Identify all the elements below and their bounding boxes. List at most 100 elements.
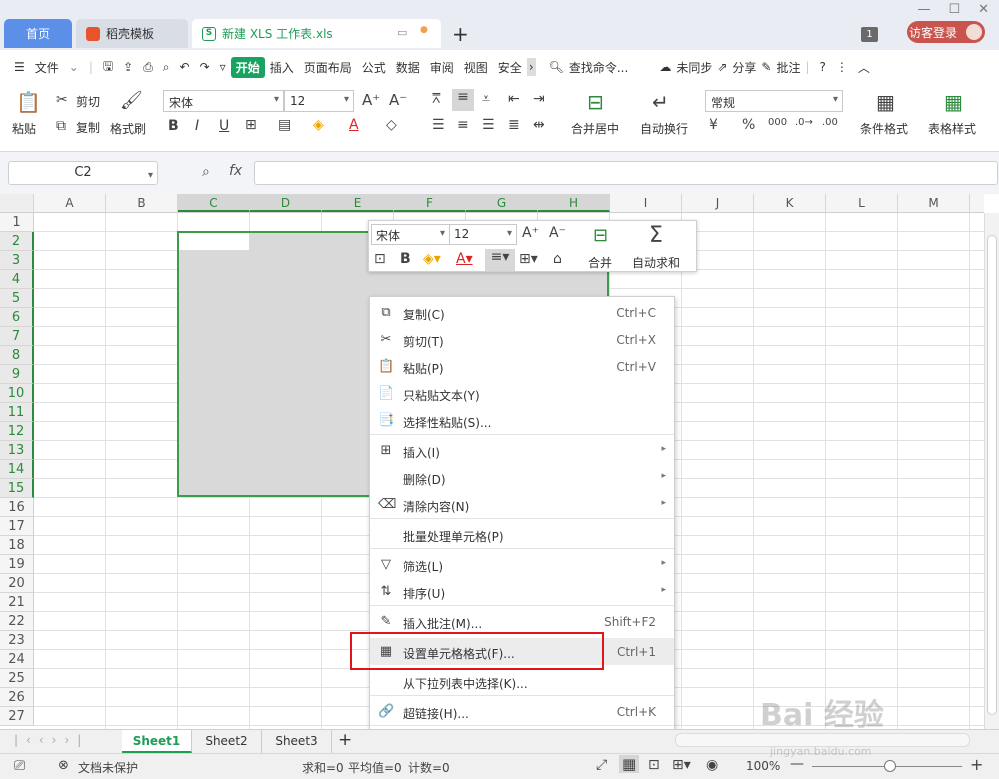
chevron-down-icon[interactable]: ⌄: [64, 60, 84, 74]
row-header-3[interactable]: 3: [0, 251, 34, 270]
row-header-20[interactable]: 20: [0, 574, 34, 593]
redo-icon[interactable]: ↷: [195, 60, 215, 74]
mini-wrap-icon[interactable]: ⊡: [374, 251, 386, 267]
collapse-ribbon-icon[interactable]: ︿: [853, 59, 875, 76]
print-icon[interactable]: ⎙: [138, 60, 158, 75]
fullscreen-icon[interactable]: ⤢: [596, 757, 607, 773]
hamburger-icon[interactable]: ☰: [0, 60, 30, 74]
name-box[interactable]: C2: [8, 161, 158, 187]
bold-icon[interactable]: B: [168, 118, 179, 134]
context-menu-item[interactable]: ⌫ 清除内容(N) ▸: [370, 491, 674, 518]
page-break-view-icon[interactable]: ⊞▾: [672, 757, 691, 773]
zoom-in-icon[interactable]: +: [970, 755, 983, 774]
context-menu-item[interactable]: ⊞ 插入(I) ▸: [370, 437, 674, 464]
paste-button[interactable]: 粘贴: [12, 120, 36, 137]
tab-count-badge[interactable]: 1: [861, 27, 878, 42]
table-style-button[interactable]: 表格样式: [928, 120, 976, 137]
align-middle-icon[interactable]: ≡: [452, 89, 474, 111]
thousands-separator-icon[interactable]: 000: [768, 117, 787, 128]
export-icon[interactable]: ⇪: [118, 60, 138, 74]
sheet-tab-1[interactable]: Sheet1: [122, 730, 192, 753]
column-header-j[interactable]: J: [682, 194, 754, 212]
menu-tab-formula[interactable]: 公式: [357, 59, 391, 76]
context-menu-item[interactable]: 📋 粘贴(P) Ctrl+V: [370, 353, 674, 380]
menu-tab-insert[interactable]: 插入: [265, 59, 299, 76]
mini-size-select[interactable]: 12: [449, 224, 517, 245]
minimize-icon[interactable]: —: [917, 2, 930, 17]
context-menu-item[interactable]: 删除(D) ▸: [370, 464, 674, 491]
column-header-m[interactable]: M: [898, 194, 970, 212]
close-icon[interactable]: ✕: [978, 2, 989, 17]
increase-decimal-icon[interactable]: .0→: [795, 117, 813, 128]
sheet-tab-3[interactable]: Sheet3: [262, 730, 332, 753]
border-icon[interactable]: ⊞: [245, 117, 257, 133]
vertical-scrollbar[interactable]: [984, 213, 999, 729]
comment-button[interactable]: 批注: [776, 59, 800, 76]
indent-decrease-icon[interactable]: ⇤: [508, 91, 520, 107]
row-header-23[interactable]: 23: [0, 631, 34, 650]
font-family-select[interactable]: 宋体: [163, 90, 284, 112]
fx-function-icon[interactable]: fx: [229, 163, 242, 179]
justify-icon[interactable]: ≣: [508, 117, 520, 133]
context-menu-item[interactable]: 🔗 超链接(H)... Ctrl+K: [370, 698, 674, 725]
context-menu-item[interactable]: ✂ 剪切(T) Ctrl+X: [370, 326, 674, 353]
context-menu-item[interactable]: ⇅ 排序(U) ▸: [370, 578, 674, 605]
context-menu-item[interactable]: 📑 选择性粘贴(S)...: [370, 407, 674, 434]
row-header-18[interactable]: 18: [0, 536, 34, 555]
paste-large-icon[interactable]: 📋: [16, 90, 41, 114]
menu-tab-start[interactable]: 开始: [230, 56, 265, 78]
column-header-f[interactable]: F: [394, 194, 466, 212]
normal-view-icon[interactable]: ▦: [619, 755, 640, 773]
row-header-1[interactable]: 1: [0, 213, 34, 232]
currency-icon[interactable]: ¥: [709, 117, 718, 133]
context-menu-item[interactable]: 从下拉列表中选择(K)...: [370, 668, 674, 695]
column-header-i[interactable]: I: [610, 194, 682, 212]
tab-docer[interactable]: 稻壳模板: [76, 19, 188, 48]
menu-file[interactable]: 文件: [30, 59, 64, 76]
row-header-6[interactable]: 6: [0, 308, 34, 327]
add-sheet-plus-icon[interactable]: +: [338, 730, 352, 750]
sync-status-button[interactable]: 未同步: [676, 59, 712, 76]
row-header-15[interactable]: 15: [0, 479, 34, 498]
clear-format-icon[interactable]: ◇: [386, 117, 397, 133]
protection-status[interactable]: 文档未保护: [78, 759, 138, 776]
font-color-icon[interactable]: A: [349, 117, 359, 133]
copy-button[interactable]: 复制: [76, 119, 100, 136]
search-command-input[interactable]: 查找命令...: [569, 59, 628, 76]
tab-home[interactable]: 首页: [4, 19, 72, 48]
context-menu-item[interactable]: 批量处理单元格(P): [370, 521, 674, 548]
row-header-13[interactable]: 13: [0, 441, 34, 460]
row-header-10[interactable]: 10: [0, 384, 34, 403]
menu-tab-security[interactable]: 安全: [493, 59, 527, 76]
align-bottom-icon[interactable]: ⩡: [482, 91, 490, 107]
help-icon[interactable]: ?: [815, 60, 831, 74]
row-header-2[interactable]: 2: [0, 232, 34, 251]
customize-icon[interactable]: ▿: [215, 60, 231, 74]
column-header-b[interactable]: B: [106, 194, 178, 212]
font-size-select[interactable]: 12: [284, 90, 354, 112]
maximize-icon[interactable]: ☐: [948, 2, 960, 17]
eye-protect-icon[interactable]: ◉: [706, 757, 718, 773]
menu-tab-view[interactable]: 视图: [459, 59, 493, 76]
column-header-e[interactable]: E: [322, 194, 394, 212]
row-header-9[interactable]: 9: [0, 365, 34, 384]
mini-border-icon[interactable]: ⊞▾: [519, 251, 538, 267]
menu-tab-data[interactable]: 数据: [391, 59, 425, 76]
mini-fill-color-icon[interactable]: ◈▾: [423, 251, 441, 267]
row-header-4[interactable]: 4: [0, 270, 34, 289]
pin-icon[interactable]: ▭: [397, 26, 407, 39]
share-button[interactable]: 分享: [732, 59, 756, 76]
mini-increase-font-icon[interactable]: A⁺: [522, 225, 539, 241]
distributed-align-icon[interactable]: ⇹: [533, 117, 545, 133]
row-header-25[interactable]: 25: [0, 669, 34, 688]
decrease-font-icon[interactable]: A⁻: [389, 91, 407, 109]
tab-xls-file[interactable]: S 新建 XLS 工作表.xls ▭ ●: [192, 19, 441, 48]
column-header-d[interactable]: D: [250, 194, 322, 212]
mini-merge-button[interactable]: 合并: [588, 254, 612, 271]
menu-tab-review[interactable]: 审阅: [425, 59, 459, 76]
percent-icon[interactable]: %: [742, 117, 755, 133]
column-header-h[interactable]: H: [538, 194, 610, 212]
wrap-text-button[interactable]: 自动换行: [640, 120, 688, 137]
align-right-icon[interactable]: ☰: [482, 117, 495, 133]
sheet-nav-arrows-icon[interactable]: |‹‹››|: [14, 733, 89, 747]
